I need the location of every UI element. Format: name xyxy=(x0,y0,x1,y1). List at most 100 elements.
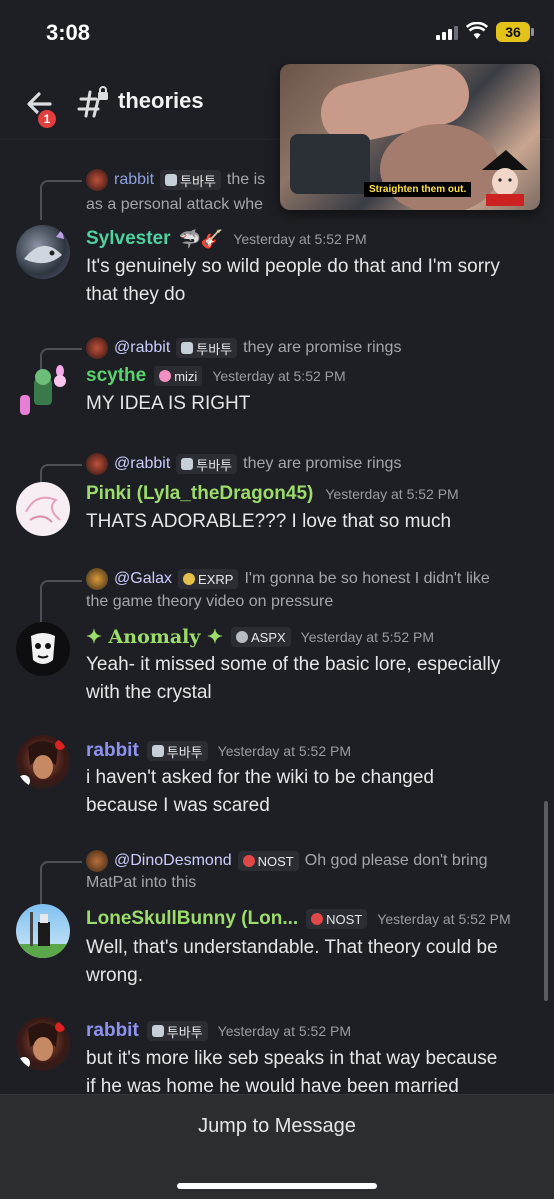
user-avatar[interactable] xyxy=(16,482,70,536)
message-line: Yeah- it missed some of the basic lore, … xyxy=(86,654,501,675)
user-avatar[interactable] xyxy=(16,622,70,676)
jump-to-message-button[interactable]: Jump to Message xyxy=(0,1115,554,1138)
user-avatar[interactable] xyxy=(16,1017,70,1071)
author-name[interactable]: ✦ Anomaly ✦ xyxy=(86,626,223,648)
author-name[interactable]: scythe xyxy=(86,365,146,387)
tag-badge-icon xyxy=(181,342,194,354)
message-line: It's genuinely so wild people do that an… xyxy=(86,256,500,277)
channel-hash-lock-icon xyxy=(77,86,108,118)
server-tag: 투바투 xyxy=(176,454,238,474)
server-tag: ASPX xyxy=(230,627,291,647)
message-line: THATS ADORABLE??? I love that so much xyxy=(86,511,452,532)
battery-icon: 36 xyxy=(496,22,534,42)
tag-label: EXRP xyxy=(198,571,234,587)
tag-label: 투바투 xyxy=(196,341,233,357)
reply-avatar xyxy=(86,850,108,872)
heart-tag-icon xyxy=(159,370,172,382)
channel-name[interactable]: theories xyxy=(118,88,204,114)
tag-label: 투바투 xyxy=(166,1024,203,1040)
reply-text-continued: MatPat into this xyxy=(86,874,197,891)
author-line: scythe mizi Yesterday at 5:52 PM xyxy=(86,362,346,390)
reply-text: Oh god please don't bring xyxy=(304,852,488,869)
jump-footer: Jump to Message xyxy=(0,1094,554,1199)
tag-label: ASPX xyxy=(250,629,286,645)
author-line: Pinki (Lyla_theDragon45) Yesterday at 5:… xyxy=(86,480,459,508)
reply-text-continued: as a personal attack whe xyxy=(86,196,263,213)
author-line: Sylvester 🦈🎸 Yesterday at 5:52 PM xyxy=(86,225,367,253)
reply-mention: @rabbit xyxy=(114,339,171,356)
author-name[interactable]: Sylvester xyxy=(86,228,171,250)
message-body: THATS ADORABLE??? I love that so much xyxy=(86,508,546,536)
tag-label: NOST xyxy=(326,911,363,927)
roblox-avatar-icon xyxy=(16,912,70,958)
timestamp: Yesterday at 5:52 PM xyxy=(212,368,346,384)
timestamp: Yesterday at 5:52 PM xyxy=(233,231,367,247)
tag-label: mizi xyxy=(174,368,198,384)
reply-text: I'm gonna be so honest I didn't like xyxy=(244,570,490,587)
author-name[interactable]: Pinki (Lyla_theDragon45) xyxy=(86,483,313,505)
character-avatar-icon xyxy=(20,365,66,415)
author-name[interactable]: rabbit xyxy=(86,740,139,762)
author-name[interactable]: LoneSkullBunny (Lon... xyxy=(86,908,298,930)
tag-label: NOST xyxy=(257,853,294,869)
user-avatar[interactable] xyxy=(16,904,70,958)
message-body: Yeah- it missed some of the basic lore, … xyxy=(86,651,546,707)
message-line: MY IDEA IS RIGHT xyxy=(86,393,251,414)
status-time: 3:08 xyxy=(46,20,91,45)
timestamp: Yesterday at 5:52 PM xyxy=(217,743,352,759)
message-body: It's genuinely so wild people do that an… xyxy=(86,253,546,309)
server-tag: EXRP xyxy=(178,569,239,589)
message-line: because I was scared xyxy=(86,795,270,816)
message-line: wrong. xyxy=(86,965,144,986)
user-avatar[interactable] xyxy=(16,735,70,789)
video-caption: Straighten them out. xyxy=(364,182,472,197)
cellular-signal-icon xyxy=(436,25,458,40)
tag-badge-icon xyxy=(165,174,178,186)
skull-tag-icon xyxy=(183,573,196,585)
tag-label: 투바투 xyxy=(196,457,233,473)
author-line: ✦ Anomaly ✦ ASPX Yesterday at 5:52 PM xyxy=(86,623,434,651)
timestamp: Yesterday at 5:52 PM xyxy=(377,911,511,927)
author-name[interactable]: rabbit xyxy=(86,1020,139,1042)
reply-avatar xyxy=(86,568,108,590)
picture-in-picture-video[interactable]: Straighten them out. xyxy=(280,64,540,210)
scrollbar[interactable] xyxy=(544,801,548,1001)
reply-avatar xyxy=(86,453,108,475)
message-line: Well, that's understandable. That theory… xyxy=(86,937,498,958)
rabbit-avatar-icon xyxy=(18,1022,65,1069)
tag-badge-icon xyxy=(151,1025,164,1037)
user-avatar[interactable] xyxy=(16,225,70,279)
message-body: i haven't asked for the wiki to be chang… xyxy=(86,764,546,820)
status-bar: 3:08 36 xyxy=(0,0,554,64)
reply-text-continued: the game theory video on pressure xyxy=(86,593,334,610)
reply-connector xyxy=(40,861,82,905)
nost-tag-icon xyxy=(311,913,324,925)
reply-mention: @DinoDesmond xyxy=(114,852,232,869)
reply-preview[interactable]: @rabbit 투바투 they are promise rings xyxy=(86,336,401,360)
reply-preview[interactable]: rabbit 투바투 the is xyxy=(86,168,265,192)
mask-avatar-icon xyxy=(31,633,55,664)
message-body: but it's more like seb speaks in that wa… xyxy=(86,1045,546,1094)
server-tag: mizi xyxy=(154,366,203,386)
reply-avatar xyxy=(86,337,108,359)
reply-preview[interactable]: @DinoDesmond NOST Oh god please don't br… xyxy=(86,849,488,873)
unread-badge: 1 xyxy=(36,108,58,130)
author-line: rabbit 투바투 Yesterday at 5:52 PM xyxy=(86,1017,351,1045)
reply-preview[interactable]: @Galax EXRP I'm gonna be so honest I did… xyxy=(86,567,490,591)
reply-mention: @rabbit xyxy=(114,455,171,472)
user-avatar[interactable] xyxy=(16,365,70,419)
rabbit-avatar-icon xyxy=(18,740,65,787)
author-decoration: 🦈🎸 xyxy=(178,228,224,249)
message-line: with the crystal xyxy=(86,682,212,703)
shark-avatar-icon xyxy=(24,229,64,264)
server-tag: 투바투 xyxy=(146,1021,208,1041)
message-list[interactable]: rabbit 투바투 the is as a personal attack w… xyxy=(0,141,554,1094)
message-body: Well, that's understandable. That theory… xyxy=(86,934,546,990)
reply-text: they are promise rings xyxy=(243,455,402,472)
home-indicator[interactable] xyxy=(177,1183,377,1189)
reply-preview[interactable]: @rabbit 투바투 they are promise rings xyxy=(86,452,401,476)
reply-connector xyxy=(40,580,82,624)
author-line: LoneSkullBunny (Lon... NOST Yesterday at… xyxy=(86,905,511,933)
dragon-sketch-avatar-icon xyxy=(25,496,61,523)
reply-text: they are promise rings xyxy=(243,339,402,356)
